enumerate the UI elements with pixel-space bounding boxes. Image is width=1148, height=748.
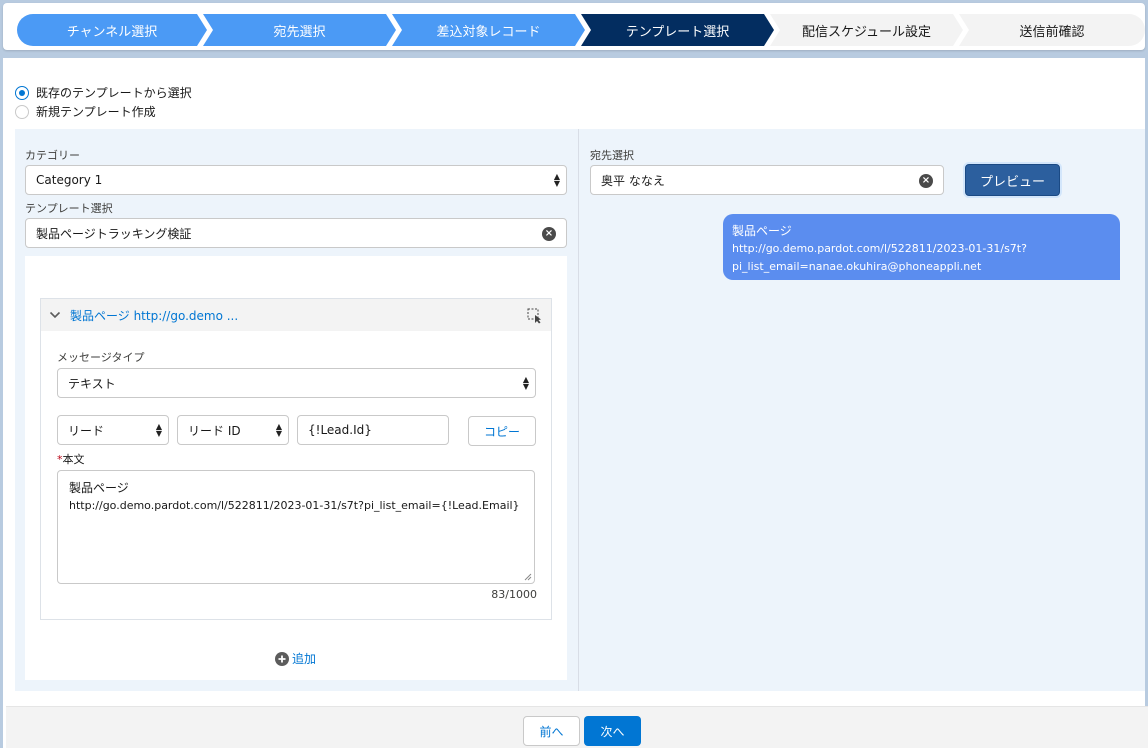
radio-label: 新規テンプレート作成 bbox=[36, 105, 156, 119]
step-label: チャンネル選択 bbox=[66, 24, 158, 40]
add-label: 追加 bbox=[292, 652, 317, 666]
field-value: リード ID bbox=[188, 423, 241, 438]
body-label: 本文 bbox=[62, 453, 85, 466]
message-type-select[interactable]: テキスト ▲ ▼ bbox=[57, 368, 536, 398]
object-select[interactable]: リード ▲ ▼ bbox=[57, 415, 169, 445]
chevron-down-icon[interactable] bbox=[49, 309, 61, 321]
message-type-value: テキスト bbox=[68, 376, 116, 391]
select-cursor-icon[interactable] bbox=[527, 308, 543, 324]
field-select[interactable]: リード ID ▲ ▼ bbox=[177, 415, 289, 445]
step-label: テンプレート選択 bbox=[625, 24, 730, 40]
step-merge-record[interactable]: 差込対象レコード bbox=[392, 14, 585, 46]
next-button[interactable]: 次へ bbox=[584, 716, 641, 746]
category-value: Category 1 bbox=[36, 173, 103, 187]
merge-tag-value: {!Lead.Id} bbox=[308, 423, 372, 437]
progress-bar: チャンネル選択 宛先選択 差込対象レコード テンプレート選択 配信スケジュール設… bbox=[3, 3, 1145, 50]
step-label: 送信前確認 bbox=[1019, 24, 1085, 40]
path-steps: チャンネル選択 宛先選択 差込対象レコード テンプレート選択 配信スケジュール設… bbox=[17, 14, 1145, 46]
char-counter: 83/1000 bbox=[491, 588, 537, 601]
step-channel[interactable]: チャンネル選択 bbox=[17, 14, 207, 46]
body-line: http://go.demo.pardot.com/l/522811/2023-… bbox=[69, 499, 520, 512]
footer-bar: 前へ 次へ bbox=[6, 706, 1148, 748]
step-recipient[interactable]: 宛先選択 bbox=[203, 14, 396, 46]
preview-line: 製品ページ bbox=[732, 224, 792, 238]
radio-new-template[interactable]: 新規テンプレート作成 bbox=[15, 103, 156, 120]
main-content: 既存のテンプレートから選択 新規テンプレート作成 カテゴリー Category … bbox=[3, 58, 1148, 748]
body-line: 製品ページ bbox=[69, 481, 129, 495]
select-arrows-icon: ▲ ▼ bbox=[275, 422, 282, 438]
recipient-lookup[interactable]: 奥平 ななえ × bbox=[590, 165, 944, 195]
step-template[interactable]: テンプレート選択 bbox=[581, 14, 774, 46]
step-confirm[interactable]: 送信前確認 bbox=[959, 14, 1145, 46]
resize-handle-icon[interactable] bbox=[524, 573, 532, 581]
recipient-value: 奥平 ななえ bbox=[601, 173, 665, 188]
preview-line: pi_list_email=nanae.okuhira@phoneappli.n… bbox=[732, 260, 982, 273]
preview-line: http://go.demo.pardot.com/l/522811/2023-… bbox=[732, 242, 1027, 255]
step-schedule[interactable]: 配信スケジュール設定 bbox=[770, 14, 963, 46]
radio-existing-template[interactable]: 既存のテンプレートから選択 bbox=[15, 84, 192, 101]
add-link[interactable]: 追加 bbox=[275, 650, 316, 667]
panel-divider bbox=[578, 129, 579, 691]
section-header[interactable]: 製品ページ http://go.demo ... bbox=[41, 299, 551, 331]
preview-bubble: 製品ページ http://go.demo.pardot.com/l/522811… bbox=[723, 214, 1120, 280]
category-select[interactable]: Category 1 ▲ ▼ bbox=[25, 165, 567, 195]
merge-tag-input[interactable]: {!Lead.Id} bbox=[297, 415, 449, 445]
select-arrows-icon: ▲ ▼ bbox=[522, 375, 529, 391]
step-label: 差込対象レコード bbox=[436, 24, 541, 40]
step-label: 配信スケジュール設定 bbox=[801, 24, 932, 40]
recipient-label: 宛先選択 bbox=[590, 149, 634, 162]
category-label: カテゴリー bbox=[25, 149, 80, 162]
clear-icon[interactable]: × bbox=[542, 227, 556, 241]
select-arrows-icon: ▲ ▼ bbox=[553, 172, 560, 188]
body-textarea[interactable]: 製品ページ http://go.demo.pardot.com/l/522811… bbox=[57, 470, 535, 584]
template-select-label: テンプレート選択 bbox=[25, 202, 113, 215]
radio-button-checked[interactable] bbox=[15, 85, 29, 100]
body-label-row: *本文 bbox=[57, 451, 85, 467]
template-value: 製品ページトラッキング検証 bbox=[36, 226, 192, 241]
radio-label: 既存のテンプレートから選択 bbox=[36, 86, 192, 100]
prev-button[interactable]: 前へ bbox=[523, 716, 580, 746]
radio-button[interactable] bbox=[15, 104, 29, 119]
copy-button[interactable]: コピー bbox=[468, 416, 536, 446]
section-title[interactable]: 製品ページ http://go.demo ... bbox=[70, 307, 238, 324]
message-type-label: メッセージタイプ bbox=[57, 351, 145, 364]
step-label: 宛先選択 bbox=[273, 24, 326, 40]
template-lookup[interactable]: 製品ページトラッキング検証 × bbox=[25, 218, 567, 248]
add-circle-icon bbox=[275, 651, 289, 666]
select-arrows-icon: ▲ ▼ bbox=[155, 422, 162, 438]
preview-button[interactable]: プレビュー bbox=[965, 164, 1060, 196]
clear-icon[interactable]: × bbox=[919, 174, 933, 188]
object-value: リード bbox=[68, 423, 105, 438]
